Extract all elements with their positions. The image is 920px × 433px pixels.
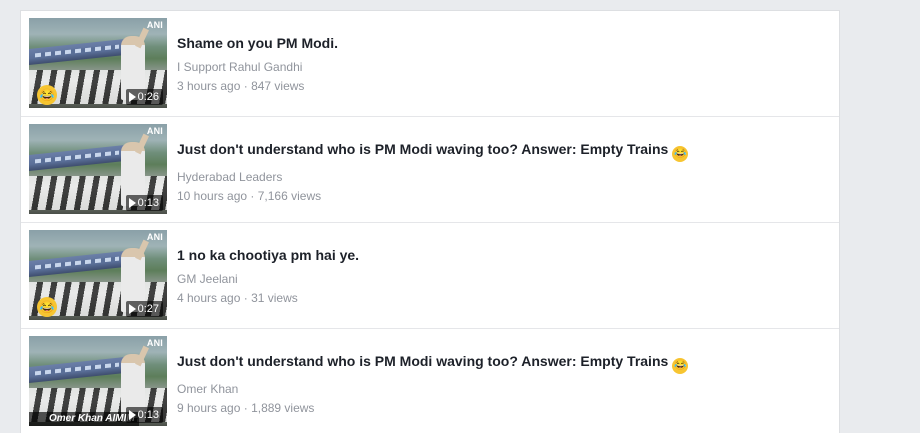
duration-label: 0:13 (137, 197, 159, 209)
duration-label: 0:13 (137, 409, 159, 421)
video-title[interactable]: Just don't understand who is PM Modi wav… (177, 352, 829, 374)
duration-badge: 0:13 (125, 195, 163, 211)
duration-badge: 0:27 (125, 301, 163, 317)
watermark: ANI (146, 126, 163, 136)
train-image (29, 38, 125, 66)
video-meta: 4 hours ago · 31 views (177, 290, 829, 306)
play-icon (128, 198, 136, 208)
video-info: Just don't understand who is PM Modi wav… (177, 352, 829, 416)
video-title[interactable]: 1 no ka chootiya pm hai ye. (177, 246, 829, 264)
duration-label: 0:26 (137, 91, 159, 103)
video-row[interactable]: ANI Omer Khan AIMIM 0:13 Just don't unde… (21, 329, 839, 433)
page-name[interactable]: GM Jeelani (177, 271, 829, 287)
video-row[interactable]: ANI 0:13 Just don't understand who is PM… (21, 117, 839, 223)
laughing-emoji-icon: 😂 (37, 85, 57, 105)
video-thumbnail[interactable]: ANI 0:13 (29, 124, 167, 214)
duration-label: 0:27 (137, 303, 159, 315)
post-time[interactable]: 3 hours ago (177, 79, 240, 93)
view-count: 1,889 views (251, 401, 315, 415)
meta-separator: · (247, 189, 258, 203)
play-icon (128, 92, 136, 102)
view-count: 31 views (251, 291, 298, 305)
watermark: ANI (146, 20, 163, 30)
watermark: ANI (146, 338, 163, 348)
view-count: 7,166 views (257, 189, 322, 203)
train-image (29, 356, 125, 384)
video-meta: 9 hours ago · 1,889 views (177, 400, 829, 416)
video-title-text[interactable]: 1 no ka chootiya pm hai ye. (177, 247, 359, 263)
video-row[interactable]: ANI 😂 0:26 Shame on you PM Modi. I Suppo… (21, 11, 839, 117)
video-info: 1 no ka chootiya pm hai ye. GM Jeelani 4… (177, 246, 829, 306)
meta-separator: · (240, 291, 252, 305)
page-name[interactable]: I Support Rahul Gandhi (177, 59, 829, 75)
video-list: ANI 😂 0:26 Shame on you PM Modi. I Suppo… (20, 10, 840, 433)
meta-separator: · (240, 401, 252, 415)
watermark: ANI (146, 232, 163, 242)
laughing-emoji-icon: 😂 (672, 358, 689, 374)
laughing-emoji-icon: 😂 (672, 146, 689, 162)
caption-overlay: Omer Khan AIMIM (29, 412, 139, 426)
video-info: Shame on you PM Modi. I Support Rahul Ga… (177, 34, 829, 94)
train-image (29, 144, 125, 172)
video-row[interactable]: ANI 😂 0:27 1 no ka chootiya pm hai ye. G… (21, 223, 839, 329)
video-thumbnail[interactable]: ANI Omer Khan AIMIM 0:13 (29, 336, 167, 426)
video-title[interactable]: Shame on you PM Modi. (177, 34, 829, 52)
video-title-text[interactable]: Shame on you PM Modi. (177, 35, 338, 51)
video-title-text[interactable]: Just don't understand who is PM Modi wav… (177, 353, 668, 369)
play-icon (128, 410, 136, 420)
post-time[interactable]: 4 hours ago (177, 291, 240, 305)
duration-badge: 0:26 (125, 89, 163, 105)
meta-separator: · (240, 79, 252, 93)
video-thumbnail[interactable]: ANI 😂 0:26 (29, 18, 167, 108)
post-time[interactable]: 9 hours ago (177, 401, 240, 415)
duration-badge: 0:13 (125, 407, 163, 423)
video-info: Just don't understand who is PM Modi wav… (177, 140, 829, 204)
post-time[interactable]: 10 hours ago (177, 189, 247, 203)
video-title-text[interactable]: Just don't understand who is PM Modi wav… (177, 141, 668, 157)
train-image (29, 250, 125, 278)
laughing-emoji-icon: 😂 (37, 297, 57, 317)
view-count: 847 views (251, 79, 305, 93)
video-meta: 10 hours ago · 7,166 views (177, 188, 829, 204)
video-title[interactable]: Just don't understand who is PM Modi wav… (177, 140, 829, 162)
page-name[interactable]: Hyderabad Leaders (177, 169, 829, 185)
page-name[interactable]: Omer Khan (177, 381, 829, 397)
play-icon (128, 304, 136, 314)
video-thumbnail[interactable]: ANI 😂 0:27 (29, 230, 167, 320)
video-meta: 3 hours ago · 847 views (177, 78, 829, 94)
